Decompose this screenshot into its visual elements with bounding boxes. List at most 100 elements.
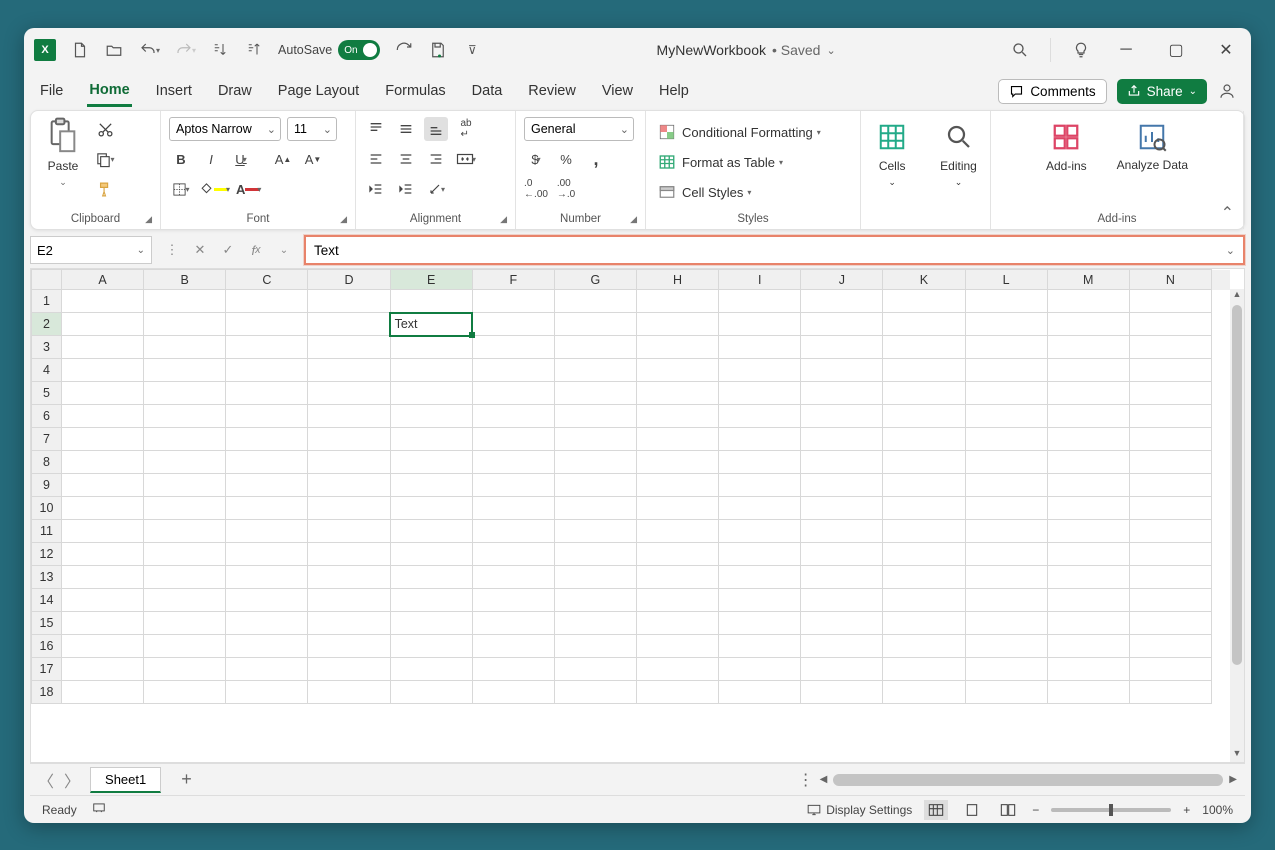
cell-M16[interactable] bbox=[1047, 635, 1129, 658]
cell-B18[interactable] bbox=[144, 681, 226, 704]
cell-K7[interactable] bbox=[883, 428, 965, 451]
row-header-17[interactable]: 17 bbox=[32, 658, 62, 681]
maximize-button[interactable]: ▢ bbox=[1161, 35, 1191, 65]
decrease-font-icon[interactable]: A▼ bbox=[301, 147, 325, 171]
cell-N8[interactable] bbox=[1129, 451, 1211, 474]
cell-H10[interactable] bbox=[636, 497, 718, 520]
cell-C14[interactable] bbox=[226, 589, 308, 612]
italic-button[interactable]: I bbox=[199, 147, 223, 171]
cell-I13[interactable] bbox=[719, 566, 801, 589]
cell-A11[interactable] bbox=[62, 520, 144, 543]
tab-review[interactable]: Review bbox=[526, 77, 578, 105]
col-header-A[interactable]: A bbox=[62, 270, 144, 290]
cell-E9[interactable] bbox=[390, 474, 472, 497]
cell-N1[interactable] bbox=[1129, 290, 1211, 313]
cell-K15[interactable] bbox=[883, 612, 965, 635]
cell-J7[interactable] bbox=[801, 428, 883, 451]
cell-J10[interactable] bbox=[801, 497, 883, 520]
cell-D15[interactable] bbox=[308, 612, 390, 635]
cell-A15[interactable] bbox=[62, 612, 144, 635]
cell-B17[interactable] bbox=[144, 658, 226, 681]
sheet-tab-sheet1[interactable]: Sheet1 bbox=[90, 767, 161, 793]
cell-G8[interactable] bbox=[554, 451, 636, 474]
cell-K18[interactable] bbox=[883, 681, 965, 704]
align-right-icon[interactable] bbox=[424, 147, 448, 171]
view-pagelayout-icon[interactable] bbox=[960, 800, 984, 820]
alignment-dialog-launcher[interactable]: ◢ bbox=[500, 214, 507, 225]
sort-asc-icon[interactable] bbox=[210, 40, 230, 60]
cell-D7[interactable] bbox=[308, 428, 390, 451]
format-as-table-button[interactable]: Format as Table▾ bbox=[654, 151, 787, 173]
cell-M12[interactable] bbox=[1047, 543, 1129, 566]
cell-E3[interactable] bbox=[390, 336, 472, 359]
row-header-6[interactable]: 6 bbox=[32, 405, 62, 428]
col-header-L[interactable]: L bbox=[965, 270, 1047, 290]
autosave-toggle[interactable]: On bbox=[338, 40, 380, 60]
number-dialog-launcher[interactable]: ◢ bbox=[630, 214, 637, 225]
cell-I3[interactable] bbox=[719, 336, 801, 359]
add-sheet-button[interactable]: + bbox=[171, 769, 202, 790]
font-size-select[interactable]: 11 bbox=[287, 117, 337, 141]
fill-color-icon[interactable]: ▾ bbox=[199, 177, 230, 201]
cell-N18[interactable] bbox=[1129, 681, 1211, 704]
row-header-4[interactable]: 4 bbox=[32, 359, 62, 382]
cell-A8[interactable] bbox=[62, 451, 144, 474]
cell-G6[interactable] bbox=[554, 405, 636, 428]
cell-M14[interactable] bbox=[1047, 589, 1129, 612]
cell-H18[interactable] bbox=[636, 681, 718, 704]
cell-H8[interactable] bbox=[636, 451, 718, 474]
conditional-formatting-button[interactable]: Conditional Formatting▾ bbox=[654, 121, 825, 143]
fx-icon[interactable]: fx bbox=[244, 238, 268, 262]
tab-home[interactable]: Home bbox=[87, 76, 131, 107]
display-settings-button[interactable]: Display Settings bbox=[806, 803, 912, 817]
cell-M11[interactable] bbox=[1047, 520, 1129, 543]
cell-K10[interactable] bbox=[883, 497, 965, 520]
collapse-ribbon-icon[interactable]: ⌃ bbox=[1221, 203, 1234, 223]
cell-F14[interactable] bbox=[472, 589, 554, 612]
view-pagebreak-icon[interactable] bbox=[996, 800, 1020, 820]
tab-view[interactable]: View bbox=[600, 77, 635, 105]
save-icon[interactable] bbox=[428, 40, 448, 60]
cell-G18[interactable] bbox=[554, 681, 636, 704]
cell-J12[interactable] bbox=[801, 543, 883, 566]
cell-L18[interactable] bbox=[965, 681, 1047, 704]
cell-A2[interactable] bbox=[62, 313, 144, 336]
cell-G2[interactable] bbox=[554, 313, 636, 336]
cell-B4[interactable] bbox=[144, 359, 226, 382]
cell-J6[interactable] bbox=[801, 405, 883, 428]
clipboard-dialog-launcher[interactable]: ◢ bbox=[145, 214, 152, 225]
tab-insert[interactable]: Insert bbox=[154, 77, 194, 105]
cancel-formula-icon[interactable]: ✕ bbox=[188, 238, 212, 262]
editing-button[interactable]: Editing⌄ bbox=[934, 117, 983, 190]
underline-button[interactable]: U▾ bbox=[229, 147, 253, 171]
cell-F15[interactable] bbox=[472, 612, 554, 635]
new-file-icon[interactable] bbox=[70, 40, 90, 60]
row-header-14[interactable]: 14 bbox=[32, 589, 62, 612]
zoom-in-button[interactable]: + bbox=[1183, 803, 1190, 817]
cell-L12[interactable] bbox=[965, 543, 1047, 566]
cell-E15[interactable] bbox=[390, 612, 472, 635]
cell-C18[interactable] bbox=[226, 681, 308, 704]
cell-A5[interactable] bbox=[62, 382, 144, 405]
format-painter-icon[interactable] bbox=[93, 177, 117, 201]
cell-M10[interactable] bbox=[1047, 497, 1129, 520]
cell-N12[interactable] bbox=[1129, 543, 1211, 566]
cell-C4[interactable] bbox=[226, 359, 308, 382]
cell-J9[interactable] bbox=[801, 474, 883, 497]
row-header-12[interactable]: 12 bbox=[32, 543, 62, 566]
cell-J16[interactable] bbox=[801, 635, 883, 658]
cell-I7[interactable] bbox=[719, 428, 801, 451]
cell-H15[interactable] bbox=[636, 612, 718, 635]
cell-I15[interactable] bbox=[719, 612, 801, 635]
cell-K14[interactable] bbox=[883, 589, 965, 612]
cell-N11[interactable] bbox=[1129, 520, 1211, 543]
cell-L17[interactable] bbox=[965, 658, 1047, 681]
cell-L4[interactable] bbox=[965, 359, 1047, 382]
cell-F8[interactable] bbox=[472, 451, 554, 474]
cell-B3[interactable] bbox=[144, 336, 226, 359]
cell-G13[interactable] bbox=[554, 566, 636, 589]
cell-L16[interactable] bbox=[965, 635, 1047, 658]
cell-G12[interactable] bbox=[554, 543, 636, 566]
search-icon[interactable] bbox=[1010, 40, 1030, 60]
cell-I9[interactable] bbox=[719, 474, 801, 497]
